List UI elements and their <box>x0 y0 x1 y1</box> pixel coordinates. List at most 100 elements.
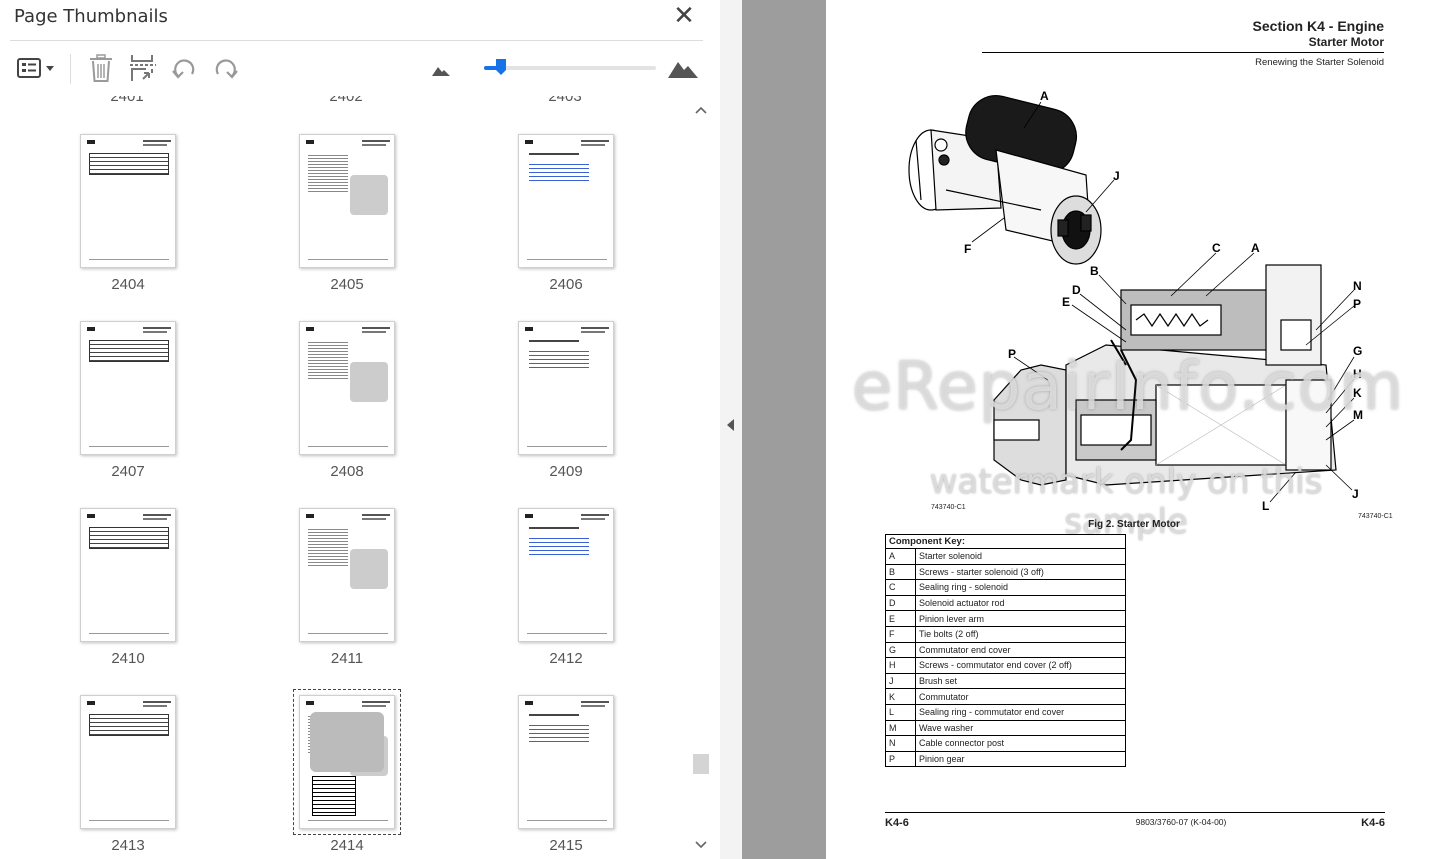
thumbnail-page-preview[interactable] <box>518 134 614 268</box>
component-key-letter: N <box>885 735 916 752</box>
thumb-header-line <box>362 701 390 703</box>
thumb-heading <box>529 153 579 155</box>
watermark-sub: watermark only on this sample <box>929 462 1323 542</box>
collapse-panel-arrow-icon[interactable] <box>727 419 734 431</box>
component-key-description: Commutator end cover <box>915 641 1126 659</box>
panel-splitter[interactable] <box>720 0 742 859</box>
thumb-header-line <box>581 327 609 329</box>
component-key-row: K Commutator <box>885 688 1126 705</box>
callout-label: C <box>1212 241 1221 255</box>
thumbnail-page-number: 2409 <box>549 463 583 480</box>
thumbnail-page-preview[interactable] <box>299 321 395 455</box>
figure-caption: Fig 2. Starter Motor <box>1088 519 1180 530</box>
component-key-letter: C <box>885 579 916 596</box>
component-key-letter: L <box>885 703 916 721</box>
component-key-row: H Screws - commutator end cover (2 off) <box>885 657 1126 674</box>
thumb-text-block <box>308 527 348 567</box>
thumb-header-line <box>362 331 386 333</box>
component-key-description: Screws - commutator end cover (2 off) <box>915 657 1126 674</box>
thumb-header-line <box>581 701 609 703</box>
watermark-main: eRepairInfo.com <box>851 348 1405 425</box>
thumb-header-line <box>581 331 605 333</box>
trash-icon <box>90 54 112 82</box>
thumbnails-scrollbar[interactable] <box>693 104 709 859</box>
thumbnail-page-preview[interactable] <box>299 508 395 642</box>
thumb-header-line <box>143 518 167 520</box>
extract-pages-button[interactable] <box>128 52 158 84</box>
component-key-description: Sealing ring - commutator end cover <box>915 703 1126 721</box>
component-key-description: Brush set <box>915 672 1126 690</box>
component-key-row: N Cable connector post <box>885 735 1126 752</box>
extract-pages-icon <box>130 55 156 81</box>
thumb-figure <box>350 175 388 215</box>
thumbnail-page-number: 2410 <box>111 650 145 667</box>
component-key-letter: H <box>885 657 916 674</box>
page-subtitle: Starter Motor <box>1308 35 1384 49</box>
thumbnail-page-preview[interactable] <box>518 695 614 829</box>
component-key-letter: D <box>885 594 916 612</box>
thumbnail-page-number: 2408 <box>330 463 364 480</box>
thumb-heading <box>529 714 579 716</box>
thumbnails-scroll-area[interactable]: 2401 2402 2403 2404 2405 2406 2407 2408 2409 2… <box>10 96 693 859</box>
thumb-footer-line <box>89 633 169 634</box>
thumb-footer-line <box>527 259 607 260</box>
footer-page-number-right: K4-6 <box>1361 817 1385 829</box>
thumb-table <box>89 527 169 549</box>
thumbnail-page-preview[interactable] <box>80 508 176 642</box>
component-key-row: G Commutator end cover <box>885 641 1126 659</box>
thumbnail-page-preview[interactable] <box>80 134 176 268</box>
component-key-row: E Pinion lever arm <box>885 610 1126 627</box>
component-key-letter: E <box>885 610 916 627</box>
thumb-logo-icon <box>87 140 95 144</box>
thumb-header-line <box>362 514 390 516</box>
thumb-table <box>89 340 169 362</box>
component-key-description: Pinion lever arm <box>915 610 1126 627</box>
thumbnail-page-preview[interactable] <box>293 689 401 835</box>
component-key-letter: K <box>885 688 916 705</box>
rotate-counterclockwise-icon <box>172 59 195 79</box>
thumb-logo-icon <box>87 701 95 705</box>
thumb-logo-icon <box>87 514 95 518</box>
thumbnail-page-preview[interactable] <box>299 134 395 268</box>
toolbar-separator <box>70 54 71 84</box>
zoom-slider-handle[interactable] <box>495 58 507 76</box>
thumb-link-list <box>529 348 589 368</box>
thumb-header-line <box>143 705 167 707</box>
delete-pages-button[interactable] <box>86 52 116 84</box>
thumbnail-page-preview[interactable] <box>80 321 176 455</box>
scroll-down-arrow[interactable] <box>693 839 709 857</box>
thumb-header-line <box>143 701 171 703</box>
rotate-clockwise-button[interactable] <box>210 52 242 84</box>
small-mountain-icon[interactable] <box>432 64 450 76</box>
scrollbar-thumb[interactable] <box>693 754 709 774</box>
thumbnail-page-preview[interactable] <box>518 508 614 642</box>
thumb-header-line <box>362 518 386 520</box>
large-mountain-icon[interactable] <box>668 58 698 78</box>
thumb-footer-line <box>308 259 388 260</box>
thumb-text-block <box>308 153 348 193</box>
thumbnail-page-preview[interactable] <box>518 321 614 455</box>
thumb-link-list <box>529 535 589 555</box>
thumb-header-line <box>143 140 171 142</box>
thumbnail-page-preview[interactable] <box>80 695 176 829</box>
thumb-footer-line <box>527 820 607 821</box>
scroll-up-arrow[interactable] <box>693 104 709 122</box>
rotate-counterclockwise-button[interactable] <box>168 52 200 84</box>
component-key-row: F Tie bolts (2 off) <box>885 625 1126 643</box>
thumb-logo-icon <box>87 327 95 331</box>
header-rule <box>982 52 1384 53</box>
thumb-logo-icon <box>306 701 314 705</box>
component-key-letter: P <box>885 750 916 768</box>
thumb-header-line <box>143 331 167 333</box>
thumbnail-zoom-slider[interactable] <box>476 58 656 78</box>
document-page: Section K4 - Engine Starter Motor Renewi… <box>826 0 1434 859</box>
close-panel-button[interactable]: ✕ <box>670 2 698 30</box>
thumb-footer-line <box>89 259 169 260</box>
thumbnail-options-button[interactable] <box>10 52 58 84</box>
thumb-footer-line <box>527 446 607 447</box>
component-key-row: L Sealing ring - commutator end cover <box>885 703 1126 721</box>
page-thumbnails-panel: Page Thumbnails ✕ 2401 2402 2403 2404 24… <box>0 0 720 859</box>
thumb-header-line <box>362 705 386 707</box>
figure-reference-left: 743740-C1 <box>931 504 966 511</box>
thumb-footer-line <box>527 633 607 634</box>
